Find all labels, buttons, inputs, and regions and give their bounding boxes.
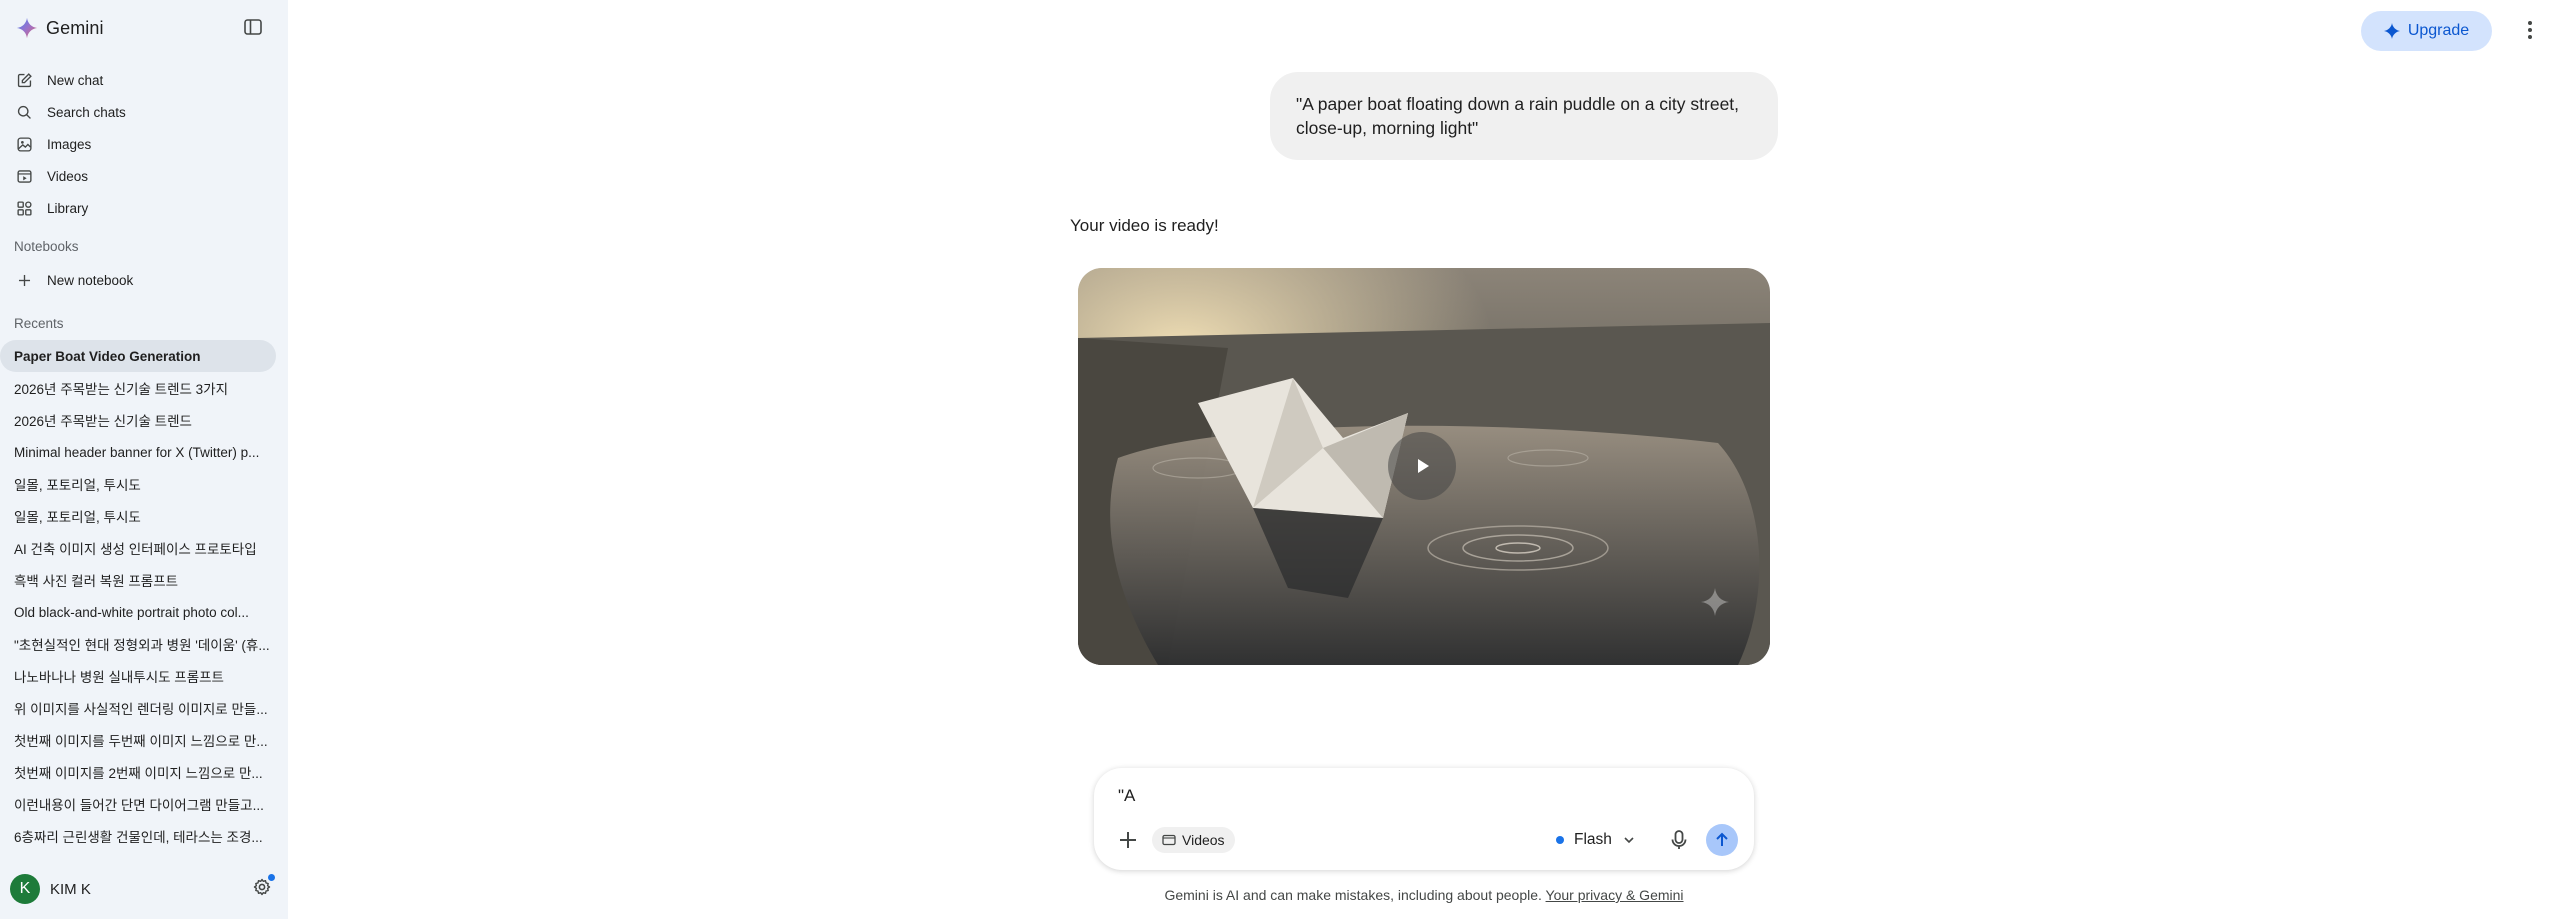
sidebar-item-new-chat[interactable]: New chat [0, 64, 288, 96]
tool-chip-videos[interactable]: Videos [1152, 827, 1235, 853]
sparkle-icon [2383, 23, 2400, 39]
model-selector[interactable]: Flash [1556, 828, 1636, 852]
recent-chat-item[interactable]: 위 이미지를 사실적인 렌더링 이미지로 만들... [0, 692, 276, 724]
app-name: Gemini [46, 17, 104, 38]
sidebar-item-label: Images [47, 136, 92, 152]
sidebar: Gemini New chat Search chats Images Vide… [0, 0, 288, 919]
sidebar-item-images[interactable]: Images [0, 128, 288, 160]
settings-button[interactable] [252, 874, 275, 897]
recent-chat-item[interactable]: 첫번째 이미지를 두번째 이미지 느낌으로 만... [0, 724, 276, 756]
privacy-link[interactable]: Your privacy & Gemini [1546, 887, 1684, 903]
library-icon [17, 200, 32, 216]
recent-chat-item[interactable]: "초현실적인 현대 정형외과 병원 '데이움' (휴... [0, 628, 276, 660]
user-prompt-bubble: "A paper boat floating down a rain puddl… [1270, 72, 1778, 160]
gemini-logo-icon [16, 17, 38, 39]
sidebar-item-label: Library [47, 200, 89, 216]
recents-list: Paper Boat Video Generation 2026년 주목받는 신… [0, 340, 288, 870]
prompt-input[interactable]: "A [1118, 786, 1135, 806]
upgrade-button[interactable]: Upgrade [2361, 11, 2492, 51]
recent-chat-item[interactable]: 흑백 사진 컬러 복원 프롬프트 [0, 564, 276, 596]
upgrade-label: Upgrade [2407, 22, 2470, 39]
avatar: K [10, 874, 40, 904]
disclaimer: Gemini is AI and can make mistakes, incl… [1094, 887, 1754, 903]
new-notebook-label: New notebook [47, 272, 134, 288]
user-account[interactable]: K KIM K [10, 874, 91, 904]
add-attachment-icon[interactable] [1116, 828, 1140, 852]
images-icon [17, 136, 32, 152]
brand[interactable]: Gemini [16, 16, 104, 40]
response-text: Your video is ready! [1070, 216, 1219, 235]
send-button[interactable] [1706, 824, 1738, 856]
recent-chat-item[interactable]: AI 건축 이미지 생성 인터페이스 프로토타입 [0, 532, 276, 564]
videos-icon [17, 169, 32, 183]
search-icon [17, 105, 31, 119]
gemini-watermark-icon [1701, 588, 1729, 616]
arrow-up-icon [1716, 832, 1728, 846]
recent-chat-item[interactable]: Minimal header banner for X (Twitter) p.… [0, 436, 276, 468]
sidebar-item-search-chats[interactable]: Search chats [0, 96, 288, 128]
sidebar-item-videos[interactable]: Videos [0, 160, 288, 192]
sidebar-item-label: New chat [47, 72, 104, 88]
new-chat-icon [17, 72, 32, 87]
recent-chat-item[interactable]: 일몰, 포토리얼, 투시도 [0, 468, 276, 500]
play-icon [1418, 459, 1429, 473]
chevron-down-icon [1624, 837, 1634, 844]
recent-chat-item[interactable]: 일몰, 포토리얼, 투시도 [0, 500, 276, 532]
recent-chat-item[interactable]: 6층짜리 근린생활 건물인데, 테라스는 조경... [0, 820, 276, 852]
notebooks-heading: Notebooks [14, 239, 79, 254]
notification-dot [268, 874, 275, 881]
recent-chat-item[interactable]: 2026년 주목받는 신기술 트렌드 [0, 404, 276, 436]
user-name: KIM K [50, 880, 91, 898]
microphone-icon[interactable] [1668, 828, 1690, 852]
disclaimer-text: Gemini is AI and can make mistakes, incl… [1164, 887, 1542, 903]
recent-chat-item[interactable]: Old black-and-white portrait photo col..… [0, 596, 276, 628]
video-player[interactable] [1078, 268, 1770, 665]
sidebar-item-library[interactable]: Library [0, 192, 288, 224]
model-label: Flash [1574, 831, 1612, 848]
model-indicator-dot [1556, 836, 1564, 844]
prompt-composer[interactable]: "A Videos Flash [1094, 768, 1754, 870]
sidebar-item-label: Videos [47, 168, 89, 184]
plus-icon [18, 274, 31, 286]
sidebar-item-label: Search chats [47, 104, 126, 120]
recent-chat-item[interactable]: Paper Boat Video Generation [0, 340, 276, 372]
recent-chat-item[interactable]: 첫번째 이미지를 2번째 이미지 느낌으로 만... [0, 756, 276, 788]
recent-chat-item[interactable]: 나노바나나 병원 실내투시도 프롬프트 [0, 660, 276, 692]
sidebar-toggle-icon[interactable] [243, 17, 263, 37]
play-button[interactable] [1388, 432, 1456, 500]
new-notebook-button[interactable]: New notebook [0, 264, 288, 296]
recent-chat-item[interactable]: 2026년 주목받는 신기술 트렌드 3가지 [0, 372, 276, 404]
tool-chip-label: Videos [1182, 832, 1225, 848]
sidebar-nav: New chat Search chats Images Videos Libr… [0, 64, 288, 224]
more-options-icon[interactable] [2520, 18, 2540, 42]
recent-chat-item[interactable]: 이런내용이 들어간 단면 다이어그램 만들고... [0, 788, 276, 820]
videos-icon [1162, 834, 1176, 846]
recents-heading: Recents [14, 316, 64, 331]
